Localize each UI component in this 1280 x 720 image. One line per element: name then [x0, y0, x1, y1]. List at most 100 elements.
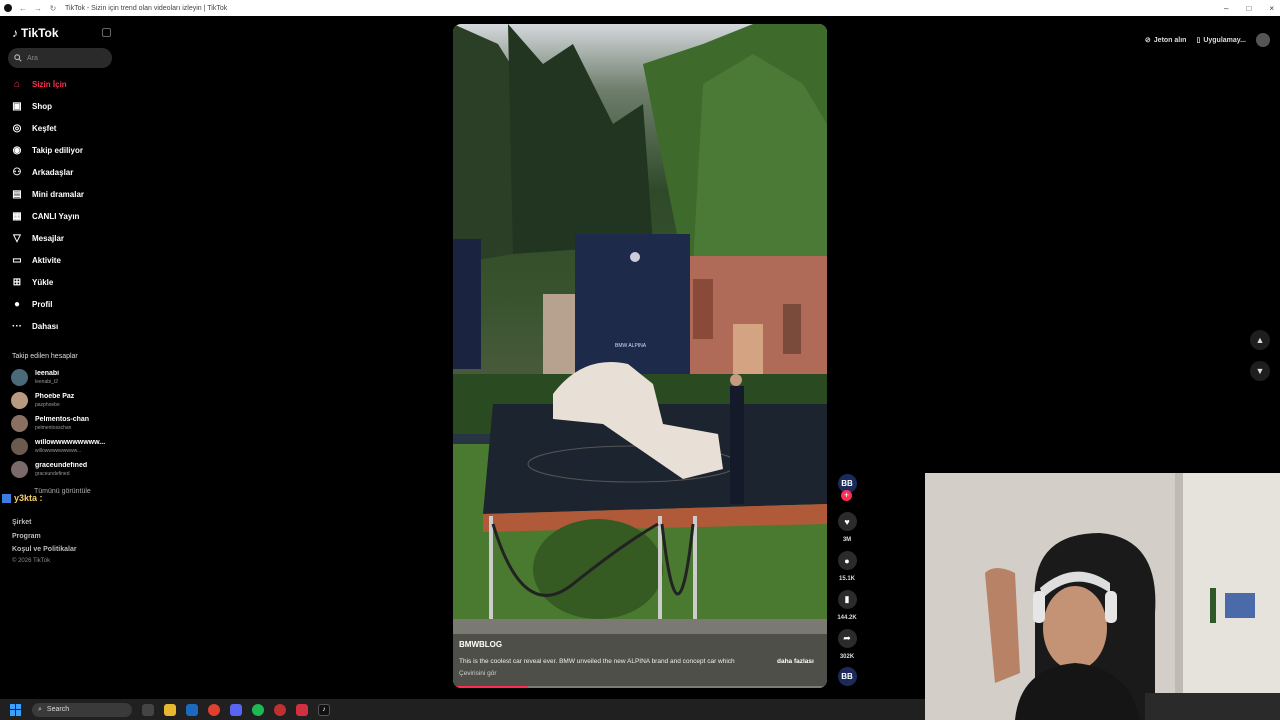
- nav-upload[interactable]: ⊞ Yükle: [10, 273, 114, 291]
- nav-label: Sizin İçin: [32, 79, 67, 89]
- nav-for-you[interactable]: ⌂ Sizin İçin: [10, 75, 114, 93]
- video-progress-bar[interactable]: [453, 686, 827, 688]
- account-username: willowwwwwwwww...: [35, 447, 82, 454]
- windows-start-icon[interactable]: [10, 703, 22, 716]
- nav-more[interactable]: ··· Dahası: [10, 317, 114, 335]
- translate-link[interactable]: Çevirisini gör: [459, 670, 497, 677]
- spotify-icon[interactable]: [252, 703, 264, 716]
- follow-plus-icon[interactable]: +: [841, 490, 852, 501]
- followed-account[interactable]: graceundefined graceundefined: [11, 461, 111, 478]
- forward-icon[interactable]: →: [34, 4, 42, 13]
- activity-icon: ▭: [12, 254, 22, 266]
- nav-label: Mini dramalar: [32, 189, 85, 199]
- nav-shop[interactable]: ▣ Shop: [10, 97, 114, 115]
- minimize-button[interactable]: –: [1224, 4, 1228, 13]
- discord-icon[interactable]: [230, 703, 242, 716]
- phone-icon: ▯: [1196, 37, 1201, 44]
- sound-avatar-button[interactable]: BB: [836, 667, 858, 686]
- nav-explore[interactable]: ◎ Keşfet: [10, 119, 114, 137]
- heart-icon: ♥: [837, 512, 857, 531]
- media-app-icon[interactable]: [296, 703, 308, 716]
- file-explorer-icon[interactable]: [164, 703, 176, 716]
- nav-messages[interactable]: ▽ Mesajlar: [10, 229, 114, 247]
- billboard-text: BMW ALPINA: [615, 343, 647, 349]
- nav-profile[interactable]: ● Profil: [10, 295, 114, 313]
- search-input[interactable]: [27, 54, 107, 62]
- followed-account[interactable]: leenabi leenabi_t2: [11, 369, 111, 386]
- following-accounts-title: Takip edilen hesaplar: [12, 353, 78, 360]
- account-name: graceundefined: [35, 461, 88, 469]
- friends-icon: ⚇: [12, 166, 22, 178]
- footer-company[interactable]: Şirket: [12, 519, 31, 526]
- maximize-button[interactable]: □: [1246, 4, 1251, 13]
- comment-button[interactable]: ● 15.1K: [836, 551, 858, 582]
- save-button[interactable]: ▮ 144.2K: [836, 590, 858, 621]
- video-author[interactable]: BMWBLOG: [459, 640, 502, 649]
- tiktok-logo[interactable]: ♪ TikTok: [12, 26, 59, 40]
- nav-label: Aktivite: [32, 255, 61, 265]
- share-button[interactable]: ➦ 302K: [836, 629, 858, 660]
- task-view-icon[interactable]: [142, 703, 154, 716]
- author-avatar-button[interactable]: BB +: [836, 474, 858, 501]
- footer-program[interactable]: Program: [12, 533, 41, 540]
- back-icon[interactable]: ←: [19, 4, 27, 13]
- get-coins-button[interactable]: ⊘ Jeton alın: [1145, 36, 1187, 45]
- upload-icon: ⊞: [12, 276, 22, 288]
- nav-following[interactable]: ◉ Takip ediliyor: [10, 141, 114, 159]
- steam-icon[interactable]: [186, 703, 198, 716]
- account-username: pazphoebe: [35, 401, 60, 408]
- nav-label: Dahası: [32, 321, 59, 331]
- collapse-sidebar-button[interactable]: [102, 28, 111, 37]
- window-title: TikTok - Sizin için trend olan videoları…: [65, 4, 228, 12]
- more-button[interactable]: daha fazlası: [777, 658, 814, 665]
- logo-text: TikTok: [21, 26, 59, 40]
- nav-activity[interactable]: ▭ Aktivite: [10, 251, 114, 269]
- following-icon: ◉: [12, 144, 22, 156]
- reload-icon[interactable]: ↻: [49, 4, 57, 13]
- live-icon: ▦: [12, 210, 22, 222]
- video-description: This is the coolest car reveal ever. BMW…: [459, 658, 735, 665]
- chevron-up-icon: ▲: [1255, 335, 1265, 345]
- avatar: [11, 392, 28, 409]
- get-app-button[interactable]: ▯ Uygulamay...: [1196, 36, 1246, 45]
- nav-label: Yükle: [32, 277, 54, 287]
- followed-account[interactable]: Phoebe Paz pazphoebe: [11, 392, 111, 409]
- compass-icon: ◎: [12, 122, 22, 134]
- like-button[interactable]: ♥ 3M: [836, 512, 858, 543]
- followed-account[interactable]: Pelmentos-chan pelmentosschan: [11, 415, 111, 432]
- get-coins-label: Jeton alın: [1153, 36, 1187, 44]
- nav-mini-dramas[interactable]: ▤ Mini dramalar: [10, 185, 114, 203]
- chrome-icon[interactable]: [208, 703, 220, 716]
- tiktok-favicon-icon: [4, 4, 12, 12]
- next-video-button[interactable]: ▼: [1250, 361, 1270, 381]
- nav-live[interactable]: ▦ CANLI Yayın: [10, 207, 114, 225]
- search-box[interactable]: [8, 48, 112, 68]
- app-icon[interactable]: [274, 703, 286, 716]
- previous-video-button[interactable]: ▲: [1250, 330, 1270, 350]
- home-icon: ⌂: [13, 78, 21, 90]
- save-count: 144.2K: [837, 615, 857, 621]
- user-avatar[interactable]: [1256, 33, 1270, 47]
- webcam-overlay: [925, 473, 1280, 720]
- avatar: [11, 415, 28, 432]
- drama-icon: ▤: [12, 188, 22, 200]
- video-player[interactable]: BMW ALPINA BMWBLOG This is the coolest c…: [453, 24, 827, 688]
- get-app-label: Uygulamay...: [1203, 36, 1246, 44]
- nav-friends[interactable]: ⚇ Arkadaşlar: [10, 163, 114, 181]
- tiktok-taskbar-icon[interactable]: ♪: [318, 703, 330, 716]
- search-icon: [14, 54, 22, 62]
- nav-label: Arkadaşlar: [32, 167, 74, 177]
- webcam-frame: [925, 473, 1280, 720]
- avatar: [11, 438, 28, 455]
- sound-avatar: BB: [837, 667, 857, 686]
- nav-label: Profil: [32, 299, 53, 309]
- followed-account[interactable]: willowwwwwwwww... willowwwwwwwww...: [11, 438, 111, 455]
- nav-label: Keşfet: [32, 123, 57, 133]
- footer-terms[interactable]: Koşul ve Politikalar: [12, 546, 77, 553]
- tiktok-note-icon: ♪: [12, 26, 18, 40]
- profile-icon: ●: [13, 298, 21, 310]
- nav-label: Mesajlar: [32, 233, 65, 243]
- comment-icon: ●: [837, 551, 857, 570]
- taskbar-search[interactable]: ⌕ Search: [32, 702, 132, 717]
- close-button[interactable]: ×: [1269, 4, 1274, 13]
